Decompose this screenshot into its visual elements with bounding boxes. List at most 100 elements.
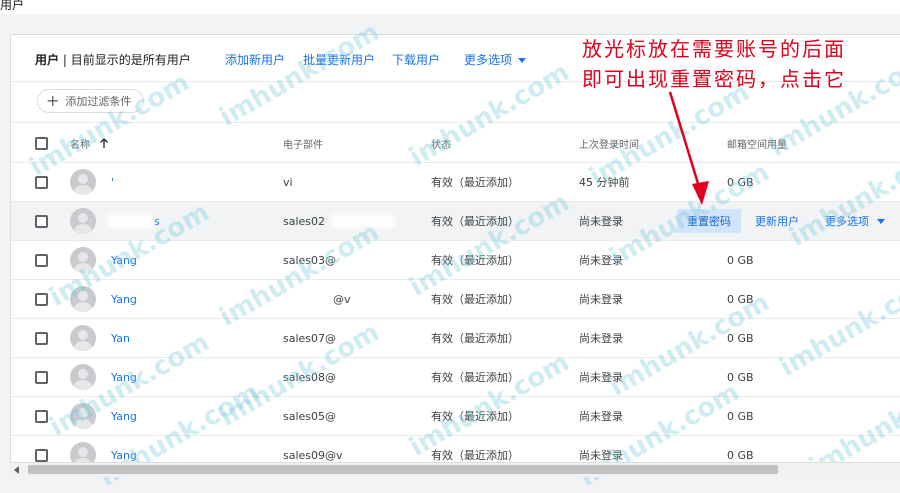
row-checkbox[interactable] bbox=[35, 370, 48, 384]
col-email[interactable]: 电子部件 bbox=[283, 124, 323, 162]
user-status: 有效（最近添加） bbox=[431, 332, 519, 345]
user-status: 有效（最近添加） bbox=[431, 371, 519, 384]
avatar-cell bbox=[70, 163, 96, 201]
redaction bbox=[107, 214, 153, 228]
user-last-login: 尚未登录 bbox=[579, 293, 623, 306]
download-users-button[interactable]: 下载用户 bbox=[392, 51, 440, 68]
col-status[interactable]: 状态 bbox=[431, 124, 451, 162]
user-name-link[interactable]: Yan bbox=[111, 319, 130, 357]
row-checkbox-cell bbox=[35, 280, 48, 318]
caret-down-icon bbox=[877, 218, 885, 224]
user-email: sales05@ bbox=[283, 409, 337, 423]
annotation-line-2: 即可出现重置密码，点击它 bbox=[582, 67, 846, 91]
user-email: sales02 bbox=[283, 214, 326, 228]
top-strip: 用户 bbox=[0, 0, 900, 14]
more-options-button[interactable]: 更多选项 bbox=[464, 51, 527, 68]
table-row[interactable]: Yan sales07@ 有效（最近添加） 尚未登录 0 GB bbox=[11, 319, 900, 358]
user-status: 有效（最近添加） bbox=[431, 410, 519, 423]
update-user-button[interactable]: 更新用户 bbox=[755, 202, 799, 240]
row-checkbox[interactable] bbox=[35, 253, 48, 267]
select-all-checkbox-cell bbox=[35, 124, 48, 162]
table-row[interactable]: Yang sales08@ 有效（最近添加） 尚未登录 0 GB bbox=[11, 358, 900, 397]
col-name[interactable]: 名称 bbox=[70, 124, 110, 162]
row-checkbox[interactable] bbox=[35, 292, 48, 306]
avatar-cell bbox=[70, 241, 96, 279]
row-checkbox[interactable] bbox=[35, 331, 48, 345]
table-header: 名称 电子部件 状态 上次登录时间 邮箱空间用量 bbox=[11, 124, 900, 163]
user-status: 有效（最近添加） bbox=[431, 176, 519, 189]
avatar-cell bbox=[70, 280, 96, 318]
col-name-label: 名称 bbox=[70, 139, 90, 151]
user-last-login: 45 分钟前 bbox=[579, 176, 630, 189]
user-storage: 0 GB bbox=[727, 331, 754, 345]
page-title: 用户 | 目前显示的是所有用户 bbox=[35, 51, 191, 68]
user-last-login: 尚未登录 bbox=[579, 332, 623, 345]
row-checkbox-cell bbox=[35, 163, 48, 201]
bulk-update-button[interactable]: 批量更新用户 bbox=[303, 51, 375, 68]
user-email: sales03@ bbox=[283, 253, 337, 267]
add-user-button[interactable]: 添加新用户 bbox=[225, 51, 285, 68]
redaction bbox=[331, 214, 395, 228]
user-storage: 0 GB bbox=[727, 409, 754, 423]
user-status: 有效（最近添加） bbox=[431, 215, 519, 228]
table-row[interactable]: Yang sales03@ 有效（最近添加） 尚未登录 0 GB bbox=[11, 241, 900, 280]
avatar-cell bbox=[70, 397, 96, 435]
scrollbar-thumb[interactable] bbox=[28, 465, 778, 474]
users-panel: 用户 | 目前显示的是所有用户 添加新用户 批量更新用户 下载用户 更多选项 +… bbox=[10, 34, 900, 477]
col-storage[interactable]: 邮箱空间用量 bbox=[727, 124, 787, 162]
row-more-options-button[interactable]: 更多选项 bbox=[825, 202, 885, 240]
user-email: sales08@ bbox=[283, 370, 337, 384]
avatar bbox=[70, 286, 96, 312]
table-row-hovered[interactable]: s sales02 有效（最近添加） 尚未登录 重置密码 更新用户 更多选项 bbox=[11, 202, 900, 241]
page-label: 用户 bbox=[0, 0, 25, 12]
annotation-line-1: 放光标放在需要账号的后面 bbox=[582, 37, 846, 61]
table-row[interactable]: ' vi 有效（最近添加） 45 分钟前 0 GB bbox=[11, 163, 900, 202]
user-name-link[interactable]: s bbox=[154, 202, 160, 240]
title-rest: | 目前显示的是所有用户 bbox=[59, 53, 191, 67]
avatar bbox=[70, 403, 96, 429]
users-table: 名称 电子部件 状态 上次登录时间 邮箱空间用量 ' vi 有效（最近添加） 4… bbox=[11, 124, 900, 475]
row-checkbox-cell bbox=[35, 358, 48, 396]
horizontal-scrollbar[interactable] bbox=[10, 462, 900, 477]
more-options-label: 更多选项 bbox=[464, 53, 513, 67]
user-email: @v bbox=[333, 292, 351, 306]
row-checkbox[interactable] bbox=[35, 175, 48, 189]
select-all-checkbox[interactable] bbox=[35, 136, 48, 150]
row-checkbox-cell bbox=[35, 397, 48, 435]
user-name-link[interactable]: Yang bbox=[111, 358, 137, 396]
avatar-cell bbox=[70, 358, 96, 396]
avatar bbox=[70, 325, 96, 351]
row-checkbox[interactable] bbox=[35, 409, 48, 423]
row-checkbox[interactable] bbox=[35, 214, 48, 228]
col-last-login[interactable]: 上次登录时间 bbox=[579, 124, 639, 162]
avatar bbox=[70, 208, 96, 234]
user-name-link[interactable]: Yang bbox=[111, 241, 137, 279]
user-name-link[interactable]: ' bbox=[111, 163, 114, 201]
avatar-cell bbox=[70, 202, 96, 240]
user-storage: 0 GB bbox=[727, 253, 754, 267]
row-checkbox-cell bbox=[35, 319, 48, 357]
row-more-options-label: 更多选项 bbox=[825, 215, 869, 228]
plus-icon: + bbox=[46, 91, 60, 110]
user-storage: 0 GB bbox=[727, 370, 754, 384]
scroll-left-icon[interactable] bbox=[14, 466, 19, 474]
row-checkbox[interactable] bbox=[35, 448, 48, 462]
avatar bbox=[70, 364, 96, 390]
table-row[interactable]: Yang @v 有效（最近添加） 尚未登录 0 GB bbox=[11, 280, 900, 319]
add-filter-chip[interactable]: + 添加过滤条件 bbox=[37, 89, 145, 113]
user-name-link[interactable]: Yang bbox=[111, 280, 137, 318]
user-email: sales07@ bbox=[283, 331, 337, 345]
table-row[interactable]: Yang sales05@ 有效（最近添加） 尚未登录 0 GB bbox=[11, 397, 900, 436]
avatar bbox=[70, 169, 96, 195]
user-status: 有效（最近添加） bbox=[431, 254, 519, 267]
avatar-cell bbox=[70, 319, 96, 357]
user-name-link[interactable]: Yang bbox=[111, 397, 137, 435]
reset-password-button[interactable]: 重置密码 bbox=[677, 209, 741, 233]
user-last-login: 尚未登录 bbox=[579, 215, 623, 228]
avatar bbox=[70, 247, 96, 273]
add-filter-label: 添加过滤条件 bbox=[65, 95, 132, 108]
user-storage: 0 GB bbox=[727, 292, 754, 306]
title-bold: 用户 bbox=[35, 53, 60, 67]
user-last-login: 尚未登录 bbox=[579, 371, 623, 384]
arrow-up-icon bbox=[100, 138, 108, 148]
